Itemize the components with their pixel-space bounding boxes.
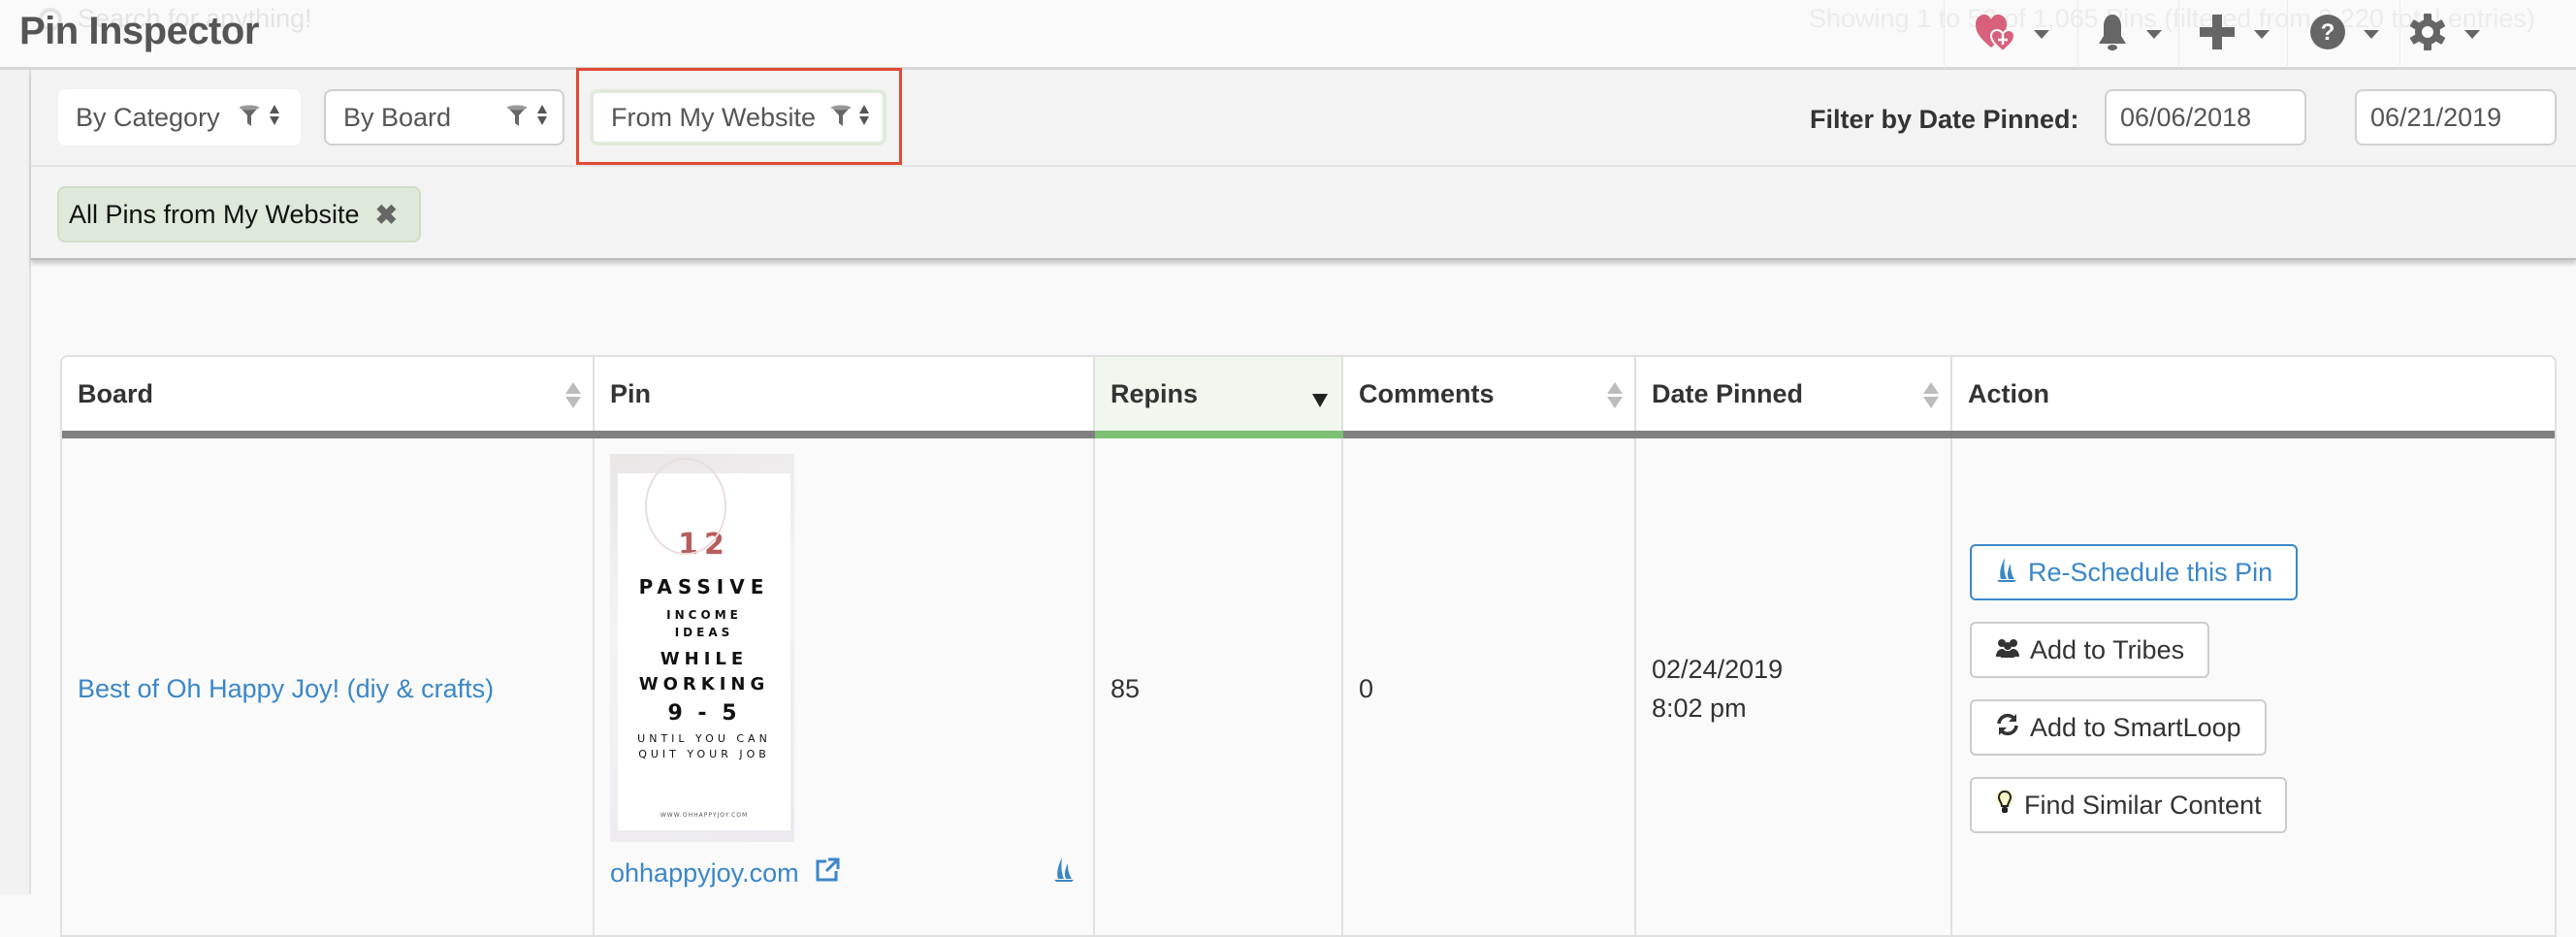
sort-desc-icon (1312, 394, 1328, 407)
sort-icon (1607, 382, 1623, 408)
add-to-tribes-label: Add to Tribes (2030, 634, 2185, 664)
sort-updown-icon (537, 105, 547, 125)
column-label: Repins (1111, 378, 1199, 408)
reschedule-pin-button[interactable]: Re-Schedule this Pin (1970, 544, 2299, 600)
glasses-decoration (645, 458, 726, 555)
pin-image-line: 9 - 5 (667, 701, 741, 726)
top-nav: ? (1944, 0, 2487, 68)
column-header-pin: Pin (594, 357, 1095, 438)
pin-image-line: INCOME IDEAS (666, 608, 742, 639)
sort-icon (565, 382, 581, 408)
add-to-tribes-button[interactable]: Add to Tribes (1970, 622, 2210, 678)
date-filter-label: Filter by Date Pinned: (1810, 105, 2079, 134)
repins-cell: 85 (1094, 435, 1343, 935)
column-header-board[interactable]: Board (62, 357, 595, 438)
page-title: Pin Inspector (19, 10, 259, 52)
pin-thumbnail[interactable]: 12 PASSIVE INCOME IDEAS WHILE WORKING 9 … (610, 454, 794, 842)
date-pinned-date: 02/24/2019 (1652, 655, 1784, 684)
add-to-smartloop-button[interactable]: Add to SmartLoop (1970, 699, 2267, 756)
source-filter-select[interactable]: From My Website (590, 89, 886, 145)
pin-image-line: PASSIVE (638, 575, 770, 598)
sort-icon (1923, 382, 1939, 408)
left-rail (0, 70, 31, 894)
table-row: Best of Oh Happy Joy! (diy & crafts) 12 … (62, 435, 2555, 935)
chevron-down-icon (2463, 29, 2480, 39)
nav-add[interactable] (2178, 0, 2287, 68)
sail-icon (1995, 556, 2018, 590)
column-header-action: Action (1951, 357, 2555, 438)
column-label: Action (1968, 378, 2049, 408)
lightbulb-icon (1995, 789, 2014, 823)
plus-icon (2198, 13, 2237, 56)
gear-icon (2408, 13, 2447, 56)
nav-help[interactable]: ? (2287, 0, 2399, 68)
chevron-down-icon (2033, 29, 2049, 39)
category-filter-label: By Category (76, 102, 220, 132)
board-link[interactable]: Best of Oh Happy Joy! (diy & crafts) (78, 674, 494, 703)
pin-domain: ohhappyjoy.com (610, 857, 840, 889)
chevron-down-icon (2363, 29, 2379, 39)
funnel-icon (239, 105, 260, 135)
active-filter-chip: All Pins from My Website ✖ (57, 186, 422, 242)
chevron-down-icon (2145, 29, 2162, 39)
svg-text:?: ? (2320, 19, 2334, 46)
chevron-down-icon (2253, 29, 2270, 39)
column-label: Date Pinned (1652, 378, 1804, 408)
close-icon[interactable]: ✖ (375, 199, 398, 231)
date-to-input[interactable] (2355, 89, 2557, 145)
pins-table: Board Pin Repins Comments Date Pinned Ac… (60, 355, 2557, 937)
bell-icon (2096, 13, 2129, 56)
active-filter-chip-label: All Pins from My Website (69, 199, 360, 229)
refresh-loop-icon (1995, 712, 2020, 744)
heart-plus-icon (1974, 11, 2016, 58)
users-group-icon (1995, 635, 2020, 665)
funnel-icon (506, 105, 528, 135)
date-pinned-time: 8:02 pm (1652, 694, 1747, 723)
board-cell: Best of Oh Happy Joy! (diy & crafts) (62, 435, 595, 935)
filter-row: By Category By Board From My Website Fil… (31, 70, 2576, 167)
board-filter-label: By Board (343, 102, 452, 132)
find-similar-content-label: Find Similar Content (2024, 790, 2262, 820)
pin-image-line: UNTIL YOU CAN QUIT YOUR JOB (637, 732, 771, 760)
column-label: Board (78, 378, 154, 408)
help-icon: ? (2309, 14, 2346, 55)
column-header-date-pinned[interactable]: Date Pinned (1635, 357, 1952, 438)
column-label: Pin (610, 378, 652, 408)
pin-image-footer: WWW.OHHAPPYJOY.COM (660, 812, 749, 819)
pin-image-card: 12 PASSIVE INCOME IDEAS WHILE WORKING 9 … (618, 458, 790, 830)
source-filter-label: From My Website (611, 102, 817, 132)
column-header-repins[interactable]: Repins (1094, 357, 1343, 438)
board-filter-select[interactable]: By Board (324, 89, 564, 145)
action-cell: Re-Schedule this Pin Add to Tribes Add t… (1951, 435, 2555, 935)
sort-updown-icon (270, 105, 279, 125)
nav-settings[interactable] (2399, 0, 2487, 68)
find-similar-content-button[interactable]: Find Similar Content (1970, 777, 2287, 833)
filter-panel: By Category By Board From My Website Fil… (31, 70, 2576, 260)
column-header-comments[interactable]: Comments (1342, 357, 1636, 438)
sail-schedule-icon[interactable] (1052, 856, 1076, 889)
nav-tribes-menu[interactable] (1944, 0, 2077, 68)
comments-cell: 0 (1342, 435, 1636, 935)
top-bar: Search for anything! Showing 1 to 50 of … (0, 0, 2576, 70)
category-filter-select[interactable]: By Category (58, 89, 301, 145)
reschedule-pin-label: Re-Schedule this Pin (2028, 557, 2273, 587)
pin-cell: 12 PASSIVE INCOME IDEAS WHILE WORKING 9 … (594, 435, 1095, 935)
add-to-smartloop-label: Add to SmartLoop (2030, 712, 2241, 742)
pin-image-line: WHILE WORKING (638, 649, 770, 695)
date-pinned-cell: 02/24/2019 8:02 pm (1635, 435, 1952, 935)
column-label: Comments (1359, 378, 1495, 408)
funnel-icon (830, 105, 852, 135)
sort-updown-icon (859, 105, 869, 125)
table-header-row: Board Pin Repins Comments Date Pinned Ac… (62, 357, 2555, 438)
nav-notifications[interactable] (2077, 0, 2178, 68)
pin-domain-link[interactable]: ohhappyjoy.com (610, 858, 799, 889)
external-link-icon[interactable] (815, 857, 840, 889)
date-from-input[interactable] (2105, 89, 2306, 145)
